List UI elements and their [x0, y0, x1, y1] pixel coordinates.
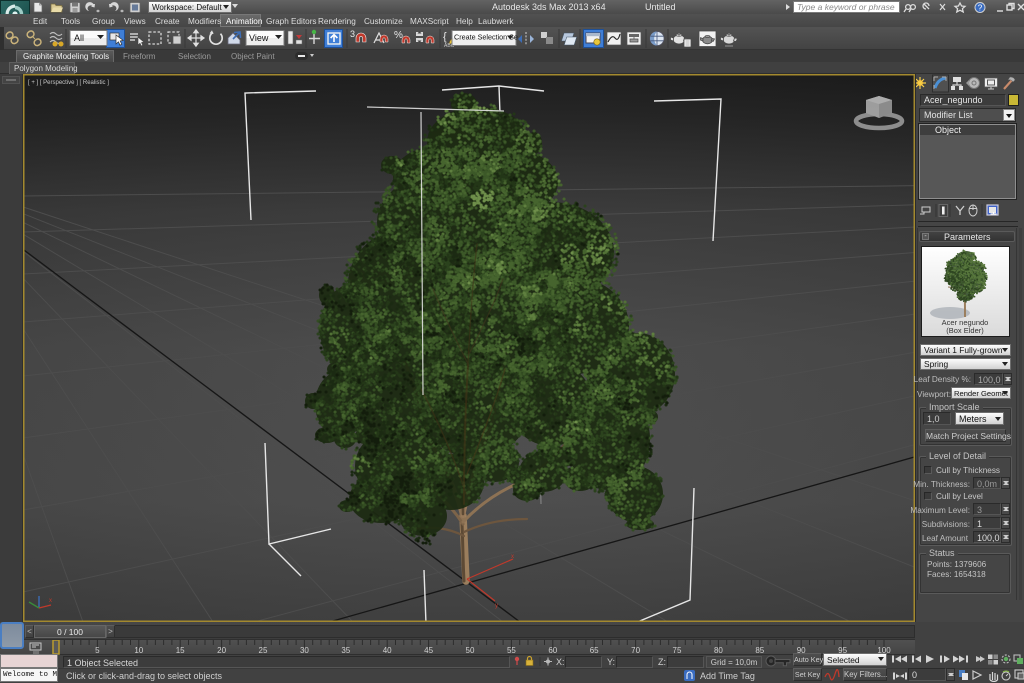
svg-text:25: 25	[259, 646, 268, 655]
svg-text:5: 5	[95, 646, 100, 655]
svg-text:35: 35	[341, 646, 350, 655]
svg-text:80: 80	[714, 646, 723, 655]
svg-text:65: 65	[590, 646, 599, 655]
svg-text:(Box Elder): (Box Elder)	[946, 326, 984, 335]
svg-text:x: x	[511, 554, 514, 560]
svg-text:20: 20	[217, 646, 226, 655]
svg-text:View: View	[249, 33, 269, 43]
svg-text:45: 45	[424, 646, 433, 655]
svg-text:%: %	[394, 30, 403, 41]
svg-text:?: ?	[978, 4, 983, 13]
svg-text:55: 55	[507, 646, 516, 655]
svg-text:y: y	[495, 603, 498, 609]
svg-text:40: 40	[383, 646, 392, 655]
svg-text:{: {	[443, 31, 447, 43]
svg-text:50: 50	[466, 646, 475, 655]
svg-text:70: 70	[631, 646, 640, 655]
svg-text:All: All	[74, 33, 84, 43]
svg-text:10: 10	[134, 646, 143, 655]
svg-text:60: 60	[548, 646, 557, 655]
svg-text:[ + ] [ Perspective ] [ Realis: [ + ] [ Perspective ] [ Realistic ]	[28, 80, 109, 86]
svg-text:3: 3	[350, 29, 355, 39]
svg-text:15: 15	[176, 646, 185, 655]
svg-text:x: x	[49, 598, 52, 604]
svg-text:30: 30	[300, 646, 309, 655]
svg-text:75: 75	[673, 646, 682, 655]
